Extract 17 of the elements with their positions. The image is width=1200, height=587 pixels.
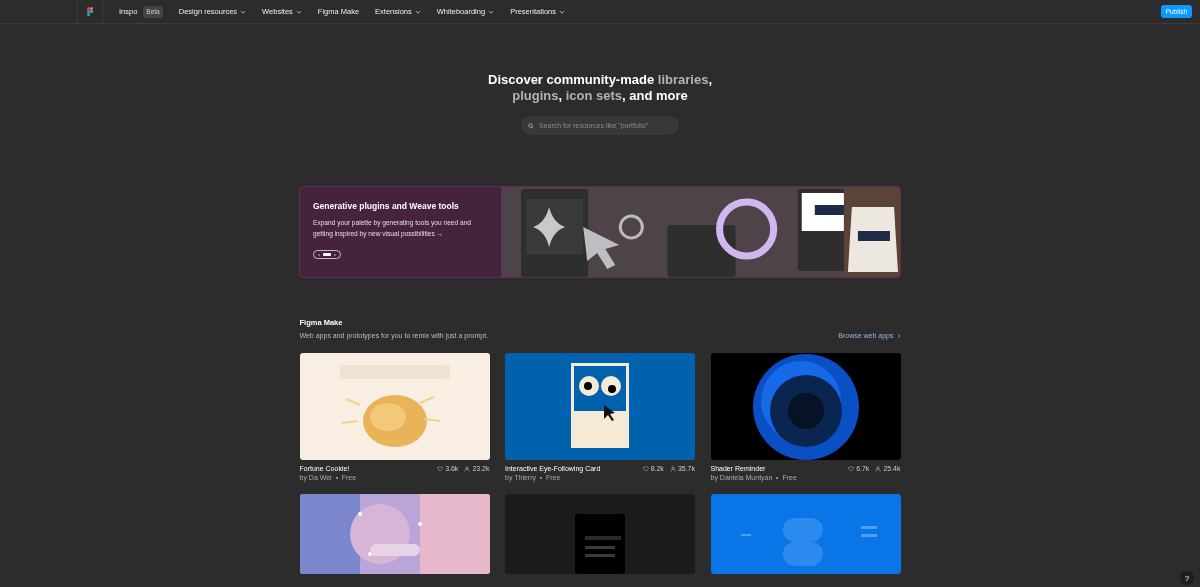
chevron-down-icon [295,9,302,14]
heart-icon [642,465,649,472]
user-icon [669,465,676,472]
search-icon [528,122,534,129]
heart-icon [437,465,444,472]
chevron-down-icon [240,9,247,14]
chevron-down-icon [559,9,565,14]
user-icon [464,465,471,472]
hero-heading: Discover community-made libraries, plugins, icon sets, and more [487,72,713,104]
chevron-right-icon [896,332,901,339]
user-icon [875,465,882,472]
figma-logo-icon [87,7,93,16]
chevron-down-icon [414,9,421,14]
chevron-down-icon [488,9,495,14]
banner-title: Generative plugins and Weave tools [313,201,460,211]
help-button[interactable]: ? [1180,571,1194,585]
heart-icon [848,465,855,472]
